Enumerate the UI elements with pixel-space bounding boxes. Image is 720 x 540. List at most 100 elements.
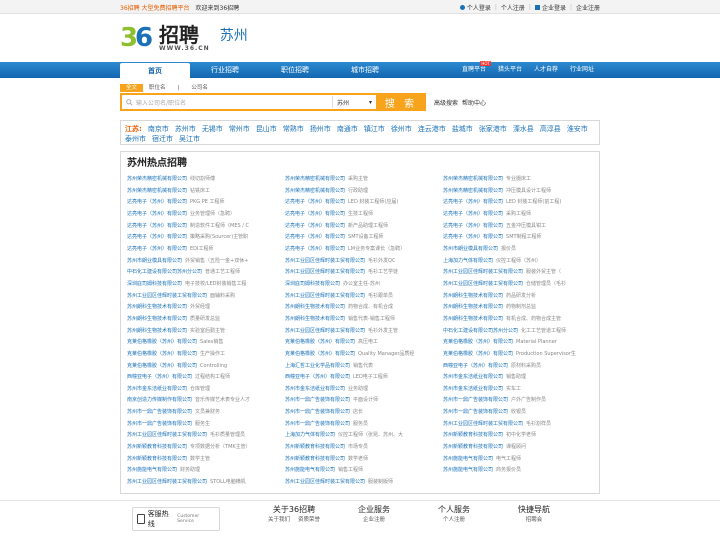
company-link[interactable]: 达亮电子（苏州）有限公司 bbox=[443, 209, 503, 221]
company-link[interactable]: 苏州朗科生物技术有限公司 bbox=[443, 291, 503, 303]
job-title-link[interactable]: 药物制剂总监 bbox=[506, 302, 536, 314]
job-title-link[interactable]: 财务助理 bbox=[180, 465, 200, 477]
job-title-link[interactable]: 商务报价员 bbox=[496, 465, 521, 477]
job-title-link[interactable]: 普通工艺工程师 bbox=[205, 267, 240, 279]
company-login-link[interactable]: 企业登录 bbox=[534, 3, 566, 12]
job-title-link[interactable]: 毛衫质量管理员 bbox=[210, 430, 245, 442]
company-link[interactable]: 达亮电子（苏州）有限公司 bbox=[285, 221, 345, 233]
job-title-link[interactable]: 五金冲压模具钳工 bbox=[506, 221, 546, 233]
company-link[interactable]: 上海汇哲工业化学品有限公司 bbox=[285, 361, 350, 373]
personal-register-link[interactable]: 个人注册 bbox=[501, 3, 525, 12]
job-title-link[interactable]: LED 封装工程师(应届) bbox=[348, 197, 398, 209]
company-link[interactable]: 苏州市金东洁纸业有限公司 bbox=[285, 384, 345, 396]
job-title-link[interactable]: PKG PE 工程师 bbox=[190, 197, 225, 209]
job-title-link[interactable]: 过程结构工程师 bbox=[195, 372, 230, 384]
company-link[interactable]: 达亮电子（苏州）有限公司 bbox=[127, 221, 187, 233]
company-link[interactable]: 苏州朗科生物技术有限公司 bbox=[443, 302, 503, 314]
nav-industry-jobs[interactable]: 行业招聘 bbox=[190, 62, 260, 78]
job-title-link[interactable]: 数学老师 bbox=[348, 454, 368, 466]
nav-headhunter[interactable]: 猎头平台 bbox=[492, 62, 528, 78]
city-link[interactable]: 镇江市 bbox=[364, 124, 385, 134]
nav-talent-recommend[interactable]: 人才自荐 bbox=[528, 62, 564, 78]
city-link[interactable]: 高淳县 bbox=[540, 124, 561, 134]
nav-city-jobs[interactable]: 城市招聘 bbox=[330, 62, 400, 78]
company-link[interactable]: 中石化工建设有限公司苏州分公司 bbox=[443, 326, 518, 338]
company-link[interactable]: 苏州市一鼎广告装饰有限公司 bbox=[285, 407, 350, 419]
company-link[interactable]: 苏州市一鼎广告装饰有限公司 bbox=[127, 407, 192, 419]
job-title-link[interactable]: 药物合成、有机合成 bbox=[348, 302, 393, 314]
job-title-link[interactable]: SMT制程工程师 bbox=[506, 232, 542, 244]
nav-home[interactable]: 首页 bbox=[120, 63, 190, 78]
city-link[interactable]: 苏州市 bbox=[175, 124, 196, 134]
job-title-link[interactable]: 采购工程师 bbox=[506, 209, 531, 221]
company-link[interactable]: 苏州工业园区佳辉时装工贸有限公司 bbox=[285, 267, 365, 279]
company-link[interactable]: 达亮电子（苏州）有限公司 bbox=[127, 197, 187, 209]
job-title-link[interactable]: 音乐传媒艺术表专业人才 bbox=[195, 395, 250, 407]
company-link[interactable]: 克莱伯格橡胶（苏州）有限公司 bbox=[127, 337, 197, 349]
city-link[interactable]: 无锡市 bbox=[202, 124, 223, 134]
job-title-link[interactable]: 市场专员 bbox=[348, 442, 368, 454]
job-title-link[interactable]: 收银员 bbox=[511, 407, 526, 419]
job-title-link[interactable]: 销售代表-销售工程师 bbox=[348, 314, 395, 326]
footer-link[interactable]: 资质荣誉 bbox=[298, 515, 320, 525]
company-register-link[interactable]: 企业注册 bbox=[576, 3, 600, 12]
city-select[interactable]: 苏州 ▾ bbox=[332, 96, 376, 108]
city-link[interactable]: 溧水县 bbox=[513, 124, 534, 134]
company-link[interactable]: 苏州市金东洁纸业有限公司 bbox=[127, 384, 187, 396]
company-link[interactable]: 西幢亚电子（苏州）有限公司 bbox=[285, 372, 350, 384]
job-title-link[interactable]: Controlling bbox=[200, 361, 227, 373]
job-title-link[interactable]: 仓储管理员（毛衫 bbox=[526, 279, 566, 291]
job-title-link[interactable]: 有机合成、药物合成主管 bbox=[506, 314, 561, 326]
job-title-link[interactable]: 服务员 bbox=[353, 419, 368, 431]
job-title-link[interactable]: Quality Manager品质经 bbox=[358, 349, 414, 361]
company-link[interactable]: 中石化工建设有限公司苏州分公司 bbox=[127, 267, 202, 279]
company-link[interactable]: 苏州新颖教育科技有限公司 bbox=[127, 454, 187, 466]
job-title-link[interactable]: 业务管理师（急聘） bbox=[190, 209, 235, 221]
job-title-link[interactable]: 报价员 bbox=[501, 244, 516, 256]
company-link[interactable]: 达亮电子（苏州）有限公司 bbox=[285, 197, 345, 209]
company-link[interactable]: 苏州工业园区佳辉时装工贸有限公司 bbox=[127, 291, 207, 303]
job-title-link[interactable]: 外贸经理 bbox=[190, 302, 210, 314]
city-link[interactable]: 吴江市 bbox=[179, 134, 200, 144]
job-title-link[interactable]: 业务助理 bbox=[348, 384, 368, 396]
job-title-link[interactable]: 销售代表 bbox=[353, 361, 373, 373]
job-title-link[interactable]: 制造软件工程师（MES / C bbox=[190, 221, 249, 233]
company-link[interactable]: 深圳庇司姆科技有限公司 bbox=[285, 279, 340, 291]
company-link[interactable]: 达亮电子（苏州）有限公司 bbox=[285, 244, 345, 256]
company-link[interactable]: 苏州工业园区佳辉时装工贸有限公司 bbox=[443, 267, 523, 279]
company-link[interactable]: 苏州工业园区佳辉时装工贸有限公司 bbox=[285, 256, 365, 268]
job-title-link[interactable]: 服装制版师 bbox=[368, 477, 393, 489]
company-link[interactable]: 苏州荣杰精密机械有限公司 bbox=[285, 174, 345, 186]
company-link[interactable]: 苏州新颖教育科技有限公司 bbox=[285, 454, 345, 466]
company-link[interactable]: 苏州工业园区佳辉时装工贸有限公司 bbox=[443, 279, 523, 291]
company-link[interactable]: 克莱伯格橡胶（苏州）有限公司 bbox=[443, 337, 513, 349]
help-center-link[interactable]: 帮助中心 bbox=[462, 98, 486, 107]
company-link[interactable]: 苏州施能电气有限公司 bbox=[443, 465, 493, 477]
job-title-link[interactable]: LED 封装工程师(前工程) bbox=[506, 197, 561, 209]
job-title-link[interactable]: 电气工程师 bbox=[496, 454, 521, 466]
job-title-link[interactable]: 高压电工 bbox=[358, 337, 378, 349]
company-link[interactable]: 苏州朗科生物技术有限公司 bbox=[285, 302, 345, 314]
job-title-link[interactable]: 实车工 bbox=[506, 384, 521, 396]
company-link[interactable]: 苏州朗科生物技术有限公司 bbox=[443, 314, 503, 326]
company-link[interactable]: 深圳庇司姆科技有限公司 bbox=[127, 279, 182, 291]
job-title-link[interactable]: 毛衫跟单员 bbox=[368, 291, 393, 303]
company-link[interactable]: 苏州市一鼎广告装饰有限公司 bbox=[127, 419, 192, 431]
company-link[interactable]: 苏州荣杰精密机械有限公司 bbox=[285, 186, 345, 198]
search-button[interactable]: 搜 索 bbox=[376, 93, 426, 111]
search-tab-company[interactable]: 公司名 bbox=[185, 84, 214, 92]
job-title-link[interactable]: 仓库管理 bbox=[190, 384, 210, 396]
job-title-link[interactable]: 初中化学老师 bbox=[506, 430, 536, 442]
city-link[interactable]: 盐城市 bbox=[452, 124, 473, 134]
job-title-link[interactable]: LED电子工程师 bbox=[353, 372, 388, 384]
company-link[interactable]: 克莱伯格橡胶（苏州）有限公司 bbox=[285, 337, 355, 349]
city-link[interactable]: 张家港市 bbox=[479, 124, 507, 134]
company-link[interactable]: 苏州市朗业模具有限公司 bbox=[443, 244, 498, 256]
company-link[interactable]: 上海加力气体有限公司 bbox=[443, 256, 493, 268]
job-title-link[interactable]: 线切割师傅 bbox=[190, 174, 215, 186]
company-link[interactable]: 苏州工业园区佳辉时装工贸有限公司 bbox=[127, 477, 207, 489]
job-title-link[interactable]: LM业务专案课长（急聘） bbox=[348, 244, 405, 256]
company-link[interactable]: 达亮电子（苏州）有限公司 bbox=[285, 232, 345, 244]
company-link[interactable]: 苏州荣杰精密机械有限公司 bbox=[127, 186, 187, 198]
job-title-link[interactable]: 毛衫工艺学徒 bbox=[368, 267, 398, 279]
